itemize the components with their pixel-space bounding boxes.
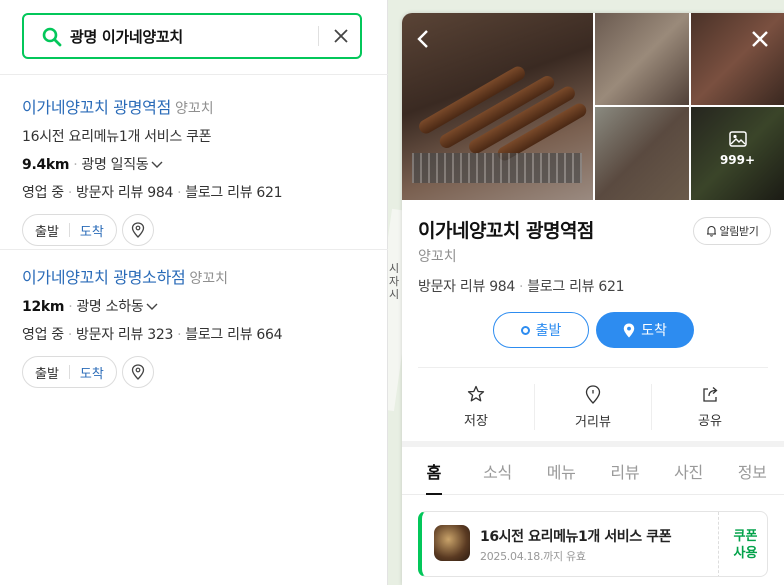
- arrive-button[interactable]: 도착: [80, 221, 104, 240]
- save-button[interactable]: 저장: [418, 379, 534, 435]
- map-pin-button[interactable]: [121, 214, 154, 246]
- alarm-button[interactable]: 알림받기: [693, 217, 771, 245]
- share-label: 공유: [698, 414, 722, 429]
- use-coupon-label-2: 사용: [733, 546, 758, 561]
- tab-news[interactable]: 소식: [466, 447, 530, 494]
- map-pin-icon: [131, 364, 144, 380]
- share-button[interactable]: 공유: [652, 379, 768, 435]
- result-area: 광명 일직동: [81, 157, 149, 173]
- coupon-validity: 2025.04.18.까지 유효: [480, 550, 586, 563]
- result-distance: 9.4km: [22, 157, 70, 173]
- depart-label: 출발: [535, 323, 562, 339]
- result-coupon: 16시전 요리메뉴1개 서비스 쿠폰: [22, 129, 212, 145]
- place-reviews: 방문자 리뷰 984 · 블로그 리뷰 621: [418, 279, 625, 295]
- tab-review[interactable]: 리뷰: [593, 447, 657, 494]
- search-box[interactable]: 광명 이가네양꼬치: [22, 13, 362, 59]
- arrive-label: 도착: [641, 323, 667, 339]
- chevron-down-icon[interactable]: [151, 161, 163, 169]
- tab-home[interactable]: 홈: [402, 447, 466, 495]
- close-icon[interactable]: [748, 27, 772, 51]
- coupon-thumbnail: [434, 525, 470, 561]
- map-place-label: 시자시: [389, 262, 400, 301]
- result-item[interactable]: 이가네양꼬치 광명역점 양꼬치 16시전 요리메뉴1개 서비스 쿠폰 9.4km ·…: [22, 94, 372, 246]
- search-input[interactable]: 광명 이가네양꼬치: [70, 26, 183, 47]
- back-arrow-icon[interactable]: [412, 27, 436, 51]
- result-blog-review: 블로그 리뷰 664: [185, 327, 283, 343]
- result-title[interactable]: 이가네양꼬치 광명역점: [22, 98, 171, 117]
- search-icon: [42, 27, 62, 47]
- blog-review[interactable]: 블로그 리뷰 621: [527, 279, 624, 295]
- result-status: 영업 중: [22, 327, 64, 343]
- place-category: 양꼬치: [418, 249, 457, 265]
- arrive-button[interactable]: 도착: [596, 312, 694, 348]
- use-coupon-button[interactable]: 쿠폰 사용: [718, 512, 767, 576]
- coupon-card[interactable]: 16시전 요리메뉴1개 서비스 쿠폰 2025.04.18.까지 유효 쿠폰 사…: [418, 511, 768, 577]
- bell-icon: [706, 225, 716, 237]
- street-view-button[interactable]: 거리뷰: [535, 379, 651, 435]
- result-meta: 영업 중 · 방문자 리뷰 323 · 블로그 리뷰 664: [22, 327, 283, 343]
- route-buttons: 출발 도착: [22, 356, 117, 388]
- visitor-review[interactable]: 방문자 리뷰 984: [418, 279, 515, 295]
- depart-button[interactable]: 출발: [35, 221, 59, 240]
- tab-info[interactable]: 정보: [720, 447, 784, 494]
- photo-count: 999+: [719, 153, 756, 167]
- place-title: 이가네양꼬치 광명역점: [418, 220, 594, 242]
- result-visitor-review: 방문자 리뷰 984: [76, 185, 174, 201]
- save-label: 저장: [464, 414, 488, 429]
- result-location[interactable]: 12km · 광명 소하동: [22, 296, 372, 316]
- share-icon: [703, 387, 718, 402]
- route-buttons: 출발 도착: [22, 214, 117, 246]
- result-title[interactable]: 이가네양꼬치 광명소하점: [22, 268, 186, 287]
- use-coupon-label-1: 쿠폰: [733, 529, 758, 544]
- result-blog-review: 블로그 리뷰 621: [185, 185, 283, 201]
- result-distance: 12km: [22, 299, 65, 315]
- photo-more[interactable]: 999+: [691, 107, 784, 200]
- result-category: 양꼬치: [175, 101, 214, 117]
- depart-button[interactable]: 출발: [493, 312, 589, 348]
- clear-icon[interactable]: [330, 25, 352, 47]
- search-panel: 광명 이가네양꼬치 이가네양꼬치 광명역점 양꼬치 16시전 요리메뉴1개 서비스…: [0, 0, 388, 585]
- search-divider: [318, 26, 319, 46]
- origin-dot-icon: [520, 325, 530, 335]
- result-area: 광명 소하동: [76, 299, 144, 315]
- divider: [0, 249, 388, 250]
- map-pin-icon: [131, 222, 144, 238]
- chevron-down-icon[interactable]: [146, 303, 158, 311]
- photo-thumb[interactable]: [595, 107, 689, 200]
- divider: [418, 367, 768, 368]
- tab-bar: 홈 소식 메뉴 리뷰 사진 정보: [402, 447, 784, 495]
- star-icon: [467, 385, 485, 402]
- place-detail-panel: 999+ 이가네양꼬치 광명역점 알림받기 양꼬치 방문자 리뷰 984 · 블로그…: [402, 13, 784, 585]
- result-location[interactable]: 9.4km · 광명 일직동: [22, 154, 372, 174]
- tab-menu[interactable]: 메뉴: [529, 447, 593, 494]
- map-pin-icon: [623, 323, 635, 337]
- tab-photo[interactable]: 사진: [657, 447, 721, 494]
- coupon-title: 16시전 요리메뉴1개 서비스 쿠폰: [480, 529, 672, 545]
- divider: [0, 74, 388, 75]
- result-category: 양꼬치: [189, 271, 229, 287]
- image-icon: [728, 131, 747, 147]
- result-meta: 영업 중 · 방문자 리뷰 984 · 블로그 리뷰 621: [22, 185, 283, 201]
- result-item[interactable]: 이가네양꼬치 광명소하점 양꼬치 12km · 광명 소하동 영업 중 · 방문자 리뷰 …: [22, 264, 372, 388]
- photo-thumb[interactable]: [595, 13, 689, 105]
- map-pin-button[interactable]: [121, 356, 154, 388]
- result-visitor-review: 방문자 리뷰 323: [76, 327, 174, 343]
- alarm-label: 알림받기: [719, 225, 759, 238]
- photo-gallery[interactable]: 999+: [402, 13, 784, 200]
- arrive-button[interactable]: 도착: [80, 363, 104, 382]
- action-bar: 저장 거리뷰 공유: [418, 379, 768, 435]
- location-pin-icon: [585, 384, 601, 404]
- result-status: 영업 중: [22, 185, 64, 201]
- depart-button[interactable]: 출발: [35, 363, 59, 382]
- street-view-label: 거리뷰: [575, 414, 611, 430]
